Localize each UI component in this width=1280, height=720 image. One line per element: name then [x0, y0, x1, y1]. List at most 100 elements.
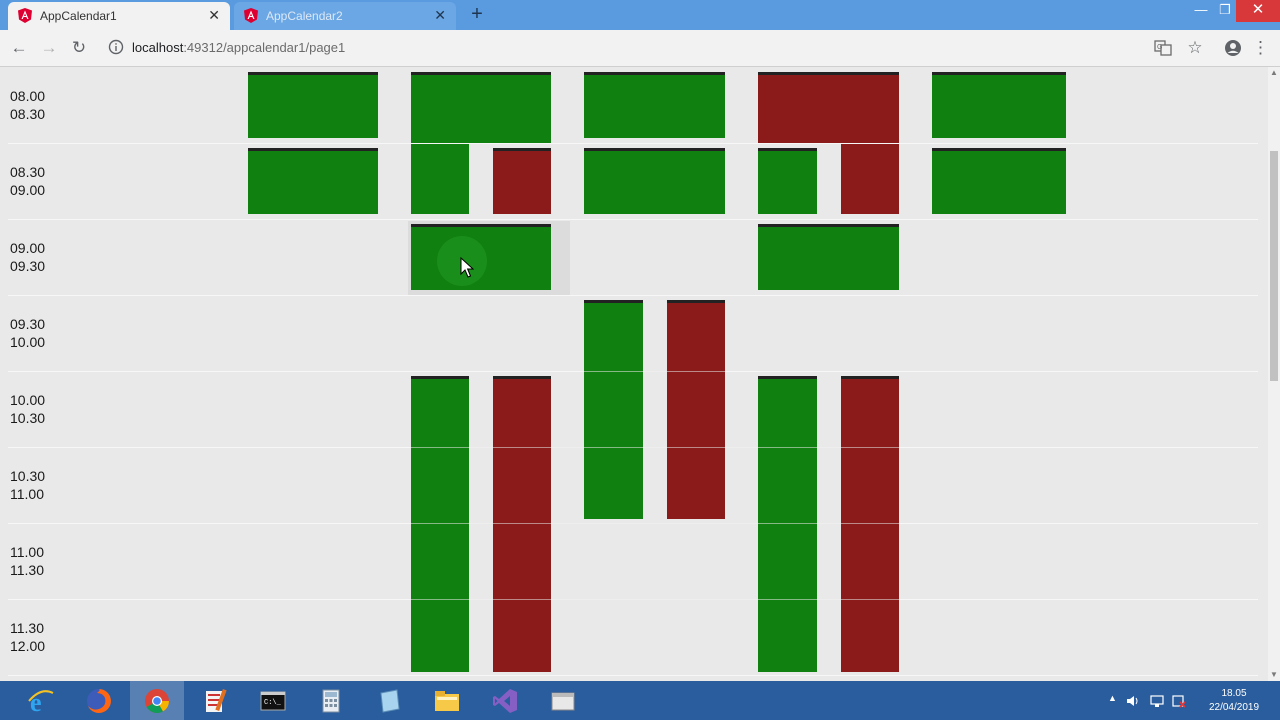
close-icon[interactable]: ✕ — [434, 7, 446, 23]
slot-start: 08.30 — [10, 164, 46, 180]
info-icon[interactable] — [108, 39, 124, 55]
internet-explorer-icon[interactable]: e — [14, 681, 68, 720]
scrollbar-thumb[interactable] — [1270, 151, 1278, 381]
slot-start: 10.30 — [10, 468, 46, 484]
vertical-scrollbar[interactable]: ▲ ▼ — [1268, 67, 1280, 681]
slot-start: 11.30 — [10, 620, 44, 636]
slot-start: 11.00 — [10, 544, 44, 560]
row-divider — [8, 143, 1258, 144]
browser-toolbar: ← → ↻ localhost:49312/appcalendar1/page1… — [0, 30, 1280, 67]
clock-time: 18.05 — [1221, 688, 1247, 699]
tab-appcalendar1[interactable]: AppCalendar1 ✕ — [8, 2, 230, 30]
notification-icon[interactable] — [1172, 694, 1186, 708]
row-divider — [411, 447, 900, 448]
appointment-free[interactable] — [758, 224, 899, 290]
terminal-icon[interactable]: C:\_ — [246, 681, 300, 720]
address-bar[interactable]: localhost:49312/appcalendar1/page1 — [132, 40, 345, 55]
notepad-icon[interactable] — [362, 681, 416, 720]
scroll-up-arrow-icon[interactable]: ▲ — [1268, 67, 1280, 79]
slot-start: 09.30 — [10, 316, 46, 332]
clock-date: 22/04/2019 — [1208, 702, 1260, 713]
slot-end: 12.00 — [10, 638, 46, 654]
time-slot-label: 08.30 09.00 — [10, 163, 45, 199]
file-explorer-icon[interactable] — [420, 681, 474, 720]
time-slot-label: 08.00 08.30 — [10, 87, 45, 123]
notes-icon[interactable] — [188, 681, 242, 720]
calculator-icon[interactable] — [304, 681, 358, 720]
tab-title: AppCalendar1 — [40, 9, 117, 23]
browser-titlebar: AppCalendar1 ✕ AppCalendar2 ✕ + — ❐ ✕ — [0, 0, 1280, 30]
close-icon[interactable]: ✕ — [208, 7, 220, 23]
slot-end: 10.30 — [10, 410, 46, 426]
svg-text:G: G — [1157, 44, 1162, 51]
chrome-icon[interactable] — [130, 681, 184, 720]
translate-icon[interactable]: G — [1154, 39, 1172, 57]
appointment-free[interactable] — [758, 376, 817, 672]
firefox-icon[interactable] — [72, 681, 126, 720]
slot-start: 08.00 — [10, 88, 46, 104]
tray-expand-icon[interactable]: ▲ — [1108, 693, 1117, 703]
back-icon[interactable]: ← — [8, 38, 30, 58]
appointment-free[interactable] — [584, 148, 725, 214]
window-icon[interactable] — [536, 681, 590, 720]
angular-icon — [18, 8, 32, 23]
time-slot-label: 10.00 10.30 — [10, 391, 45, 427]
calendar-grid: 08.00 08.30 08.30 09.00 09.00 09.30 09.30 10… — [0, 67, 1268, 681]
time-slot-label: 09.00 09.30 — [10, 239, 45, 275]
mouse-pointer-icon — [460, 257, 474, 278]
appointment-busy[interactable] — [493, 376, 551, 672]
appointment-free[interactable] — [932, 148, 1066, 214]
row-divider — [411, 599, 900, 600]
appointment-busy[interactable] — [841, 144, 899, 214]
row-divider — [8, 219, 1258, 220]
slot-start: 10.00 — [10, 392, 46, 408]
row-divider — [411, 523, 900, 524]
appointment-free[interactable] — [584, 300, 643, 519]
appointment-free[interactable] — [411, 144, 469, 214]
url-host: localhost — [132, 40, 184, 55]
speaker-icon[interactable] — [1126, 694, 1140, 708]
appointment-busy[interactable] — [758, 72, 899, 143]
appointment-free[interactable] — [584, 72, 725, 138]
appointment-free[interactable] — [248, 72, 378, 138]
tab-title: AppCalendar2 — [266, 9, 343, 23]
appointment-free[interactable] — [411, 376, 469, 672]
visual-studio-icon[interactable] — [478, 681, 532, 720]
close-window-button[interactable]: ✕ — [1236, 0, 1280, 22]
appointment-free[interactable] — [248, 148, 378, 214]
tab-appcalendar2[interactable]: AppCalendar2 ✕ — [234, 2, 456, 30]
slot-end: 11.00 — [10, 486, 44, 502]
appointment-busy[interactable] — [493, 148, 551, 214]
menu-icon[interactable]: ⋮ — [1252, 38, 1269, 58]
appointment-busy[interactable] — [841, 376, 899, 672]
appointment-free[interactable] — [411, 72, 551, 143]
row-divider — [8, 295, 1258, 296]
slot-end: 09.00 — [10, 182, 46, 198]
windows-taskbar: e C:\_ ▲ 18.05 22/04/2019 — [0, 681, 1280, 720]
new-tab-button[interactable]: + — [466, 4, 488, 26]
row-divider — [584, 371, 726, 372]
taskbar-clock[interactable]: 18.05 22/04/2019 — [1196, 687, 1272, 715]
time-slot-label: 11.00 11.30 — [10, 543, 44, 579]
appointment-free[interactable] — [932, 72, 1066, 138]
slot-end: 09.30 — [10, 258, 46, 274]
url-path: :49312/appcalendar1/page1 — [183, 40, 346, 55]
appointment-busy[interactable] — [667, 300, 725, 519]
slot-end: 08.30 — [10, 106, 46, 122]
slot-end: 11.30 — [10, 562, 44, 578]
slot-start: 09.00 — [10, 240, 46, 256]
slot-end: 10.00 — [10, 334, 46, 350]
row-divider — [8, 675, 1258, 676]
forward-icon[interactable]: → — [38, 38, 60, 58]
scroll-down-arrow-icon[interactable]: ▼ — [1268, 669, 1280, 681]
star-icon[interactable]: ☆ — [1184, 38, 1206, 58]
svg-text:C:\_: C:\_ — [264, 699, 282, 707]
network-icon[interactable] — [1150, 694, 1164, 708]
time-slot-label: 10.30 11.00 — [10, 467, 45, 503]
angular-icon — [244, 8, 258, 23]
appointment-free[interactable] — [758, 148, 817, 214]
account-icon[interactable] — [1224, 39, 1242, 57]
time-slot-label: 09.30 10.00 — [10, 315, 45, 351]
time-slot-label: 11.30 12.00 — [10, 619, 45, 655]
reload-icon[interactable]: ↻ — [68, 38, 90, 58]
